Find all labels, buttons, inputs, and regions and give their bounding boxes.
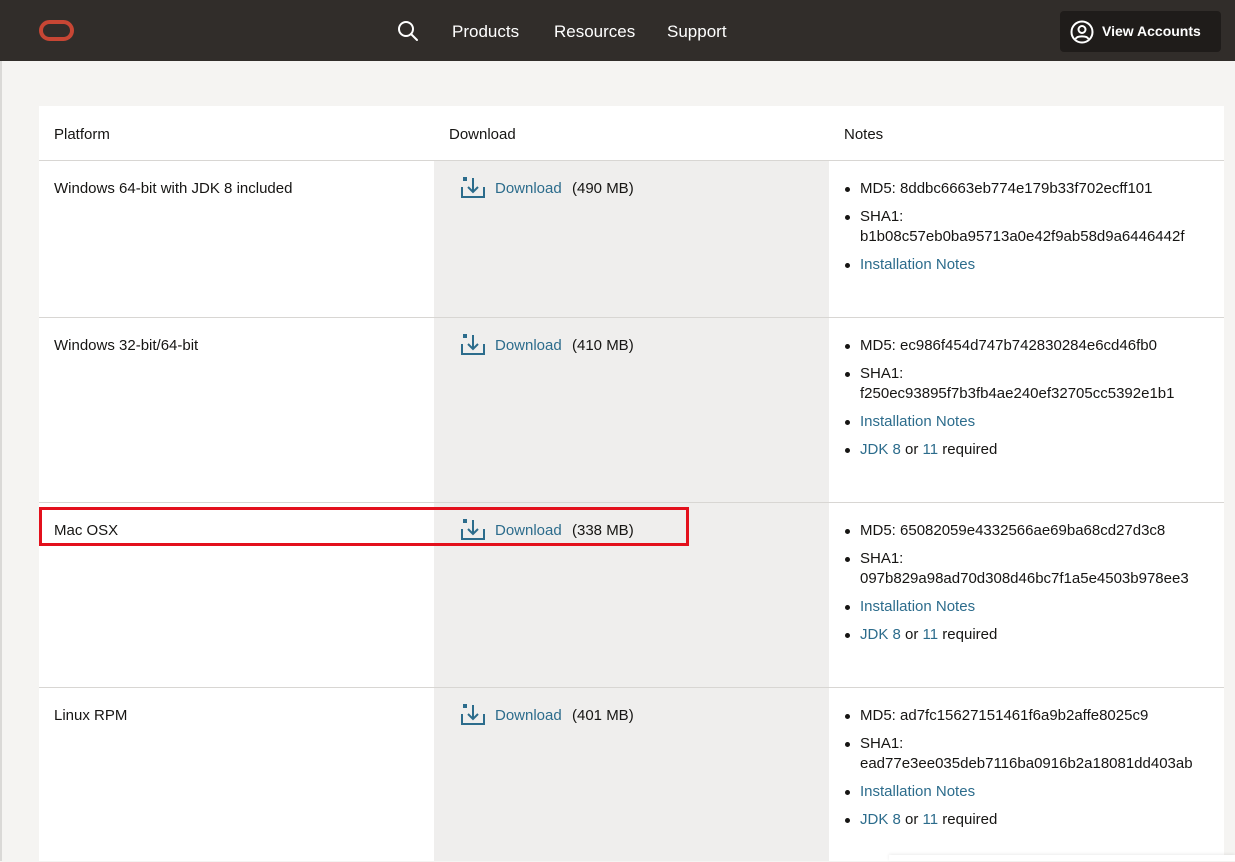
sha1-value: b1b08c57eb0ba95713a0e42f9ab58d9a6446442f: [860, 228, 1185, 245]
file-size: (410 MB): [572, 337, 634, 354]
jdk-8-link[interactable]: JDK 8: [860, 626, 901, 643]
table-row: Linux RPM Download (401 MB) MD5: ad7fc15…: [39, 687, 1224, 862]
note-jdk-required: JDK 8 or 11 required: [845, 440, 1215, 460]
downloads-table: Platform Download Notes Windows 64-bit w…: [39, 106, 1224, 861]
note-sha1: SHA1: b1b08c57eb0ba95713a0e42f9ab58d9a644…: [845, 207, 1215, 247]
sha1-value: 097b829a98ad70d308d46bc7f1a5e4503b978ee3: [860, 570, 1189, 587]
notes-list: MD5: ec986f454d747b742830284e6cd46fb0 SH…: [845, 336, 1215, 468]
or-text: or: [905, 626, 919, 643]
download-link[interactable]: Download: [495, 179, 562, 199]
installation-notes-link[interactable]: Installation Notes: [860, 598, 975, 615]
platform-name: Windows 64-bit with JDK 8 included: [54, 180, 293, 197]
download-icon[interactable]: [460, 175, 486, 201]
jdk-11-link[interactable]: 11: [923, 626, 939, 643]
notes-list: MD5: 65082059e4332566ae69ba68cd27d3c8 SH…: [845, 521, 1215, 653]
notes-list: MD5: 8ddbc6663eb774e179b33f702ecff101 SH…: [845, 179, 1215, 283]
note-md5: MD5: ec986f454d747b742830284e6cd46fb0: [845, 336, 1215, 356]
notes-list: MD5: ad7fc15627151461f6a9b2affe8025c9 SH…: [845, 706, 1215, 838]
platform-name: Linux RPM: [54, 707, 128, 724]
jdk-11-link[interactable]: 11: [923, 441, 939, 458]
table-row: Windows 64-bit with JDK 8 included Downl…: [39, 160, 1224, 318]
view-accounts-label: View Accounts: [1102, 23, 1201, 39]
installation-notes-link[interactable]: Installation Notes: [860, 413, 975, 430]
md5-text: MD5: ad7fc15627151461f6a9b2affe8025c9: [860, 707, 1149, 724]
sha1-label: SHA1:: [860, 735, 904, 752]
note-sha1: SHA1: ead77e3ee035deb7116ba0916b2a18081dd…: [845, 734, 1215, 774]
note-installation: Installation Notes: [845, 597, 1215, 617]
file-size: (490 MB): [572, 180, 634, 197]
note-installation: Installation Notes: [845, 782, 1215, 802]
top-navigation-bar: Products Resources Support View Accounts: [0, 0, 1235, 61]
user-account-icon: [1070, 20, 1094, 44]
sha1-label: SHA1:: [860, 365, 904, 382]
note-sha1: SHA1: f250ec93895f7b3fb4ae240ef32705cc539…: [845, 364, 1215, 404]
nav-support[interactable]: Support: [667, 20, 727, 44]
md5-text: MD5: 65082059e4332566ae69ba68cd27d3c8: [860, 522, 1166, 539]
sha1-label: SHA1:: [860, 208, 904, 225]
platform-name: Windows 32-bit/64-bit: [54, 337, 199, 354]
nav-resources[interactable]: Resources: [554, 20, 635, 44]
view-accounts-button[interactable]: View Accounts: [1060, 11, 1221, 52]
note-installation: Installation Notes: [845, 412, 1215, 432]
table-row: Windows 32-bit/64-bit Download (410 MB) …: [39, 317, 1224, 503]
download-icon[interactable]: [460, 332, 486, 358]
download-link[interactable]: Download: [495, 706, 562, 726]
download-link[interactable]: Download: [495, 336, 562, 356]
highlight-box: [39, 507, 689, 546]
md5-text: MD5: 8ddbc6663eb774e179b33f702ecff101: [860, 180, 1153, 197]
or-text: or: [905, 811, 919, 828]
jdk-11-link[interactable]: 11: [923, 811, 939, 828]
required-text: required: [942, 811, 998, 828]
required-text: required: [942, 441, 998, 458]
sha1-value: f250ec93895f7b3fb4ae240ef32705cc5392e1b1: [860, 385, 1175, 402]
jdk-8-link[interactable]: JDK 8: [860, 441, 901, 458]
column-header-download: Download: [449, 126, 516, 143]
installation-notes-link[interactable]: Installation Notes: [860, 783, 975, 800]
search-icon[interactable]: [397, 20, 419, 42]
note-md5: MD5: ad7fc15627151461f6a9b2affe8025c9: [845, 706, 1215, 726]
note-md5: MD5: 65082059e4332566ae69ba68cd27d3c8: [845, 521, 1215, 541]
page-edge: [0, 61, 2, 861]
bottom-panel-edge: [889, 855, 1235, 861]
installation-notes-link[interactable]: Installation Notes: [860, 256, 975, 273]
note-jdk-required: JDK 8 or 11 required: [845, 625, 1215, 645]
column-header-platform: Platform: [54, 126, 110, 143]
nav-products[interactable]: Products: [452, 20, 519, 44]
note-md5: MD5: 8ddbc6663eb774e179b33f702ecff101: [845, 179, 1215, 199]
required-text: required: [942, 626, 998, 643]
sha1-label: SHA1:: [860, 550, 904, 567]
note-installation: Installation Notes: [845, 255, 1215, 275]
or-text: or: [905, 441, 919, 458]
note-sha1: SHA1: 097b829a98ad70d308d46bc7f1a5e4503b9…: [845, 549, 1215, 589]
oracle-logo[interactable]: [39, 20, 74, 41]
md5-text: MD5: ec986f454d747b742830284e6cd46fb0: [860, 337, 1157, 354]
column-header-notes: Notes: [844, 126, 884, 143]
file-size: (401 MB): [572, 707, 634, 724]
jdk-8-link[interactable]: JDK 8: [860, 811, 901, 828]
note-jdk-required: JDK 8 or 11 required: [845, 810, 1215, 830]
download-icon[interactable]: [460, 702, 486, 728]
sha1-value: ead77e3ee035deb7116ba0916b2a18081dd403ab: [860, 755, 1193, 772]
